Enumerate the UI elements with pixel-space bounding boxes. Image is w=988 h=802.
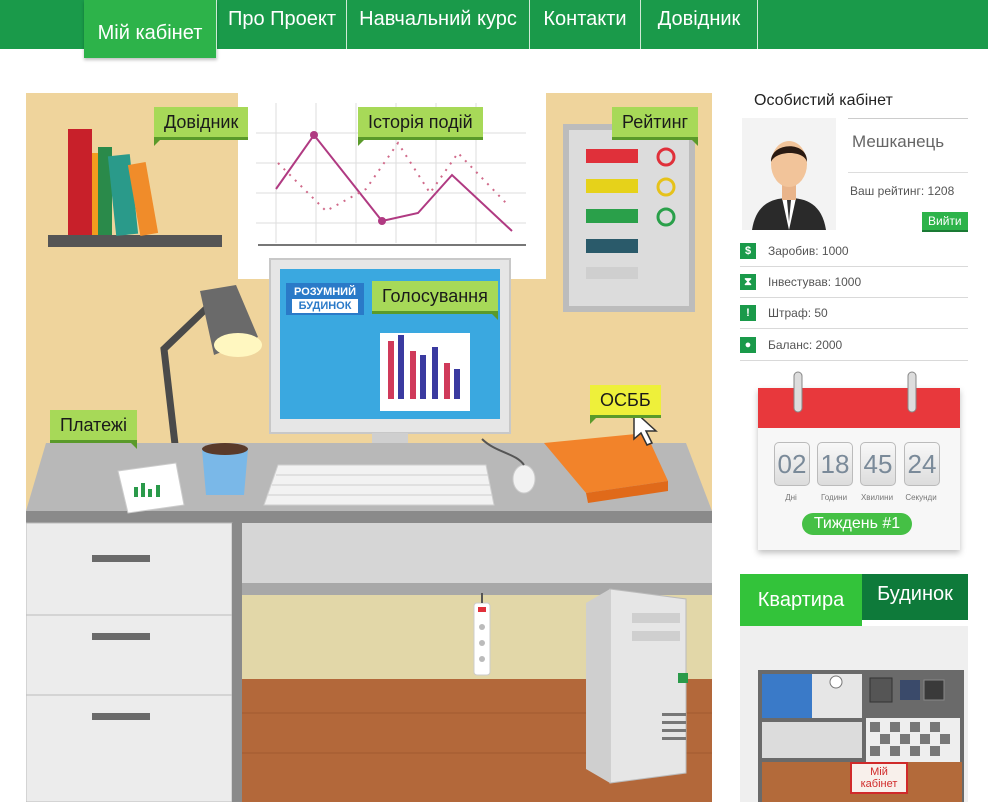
hours-label: Години — [820, 493, 848, 502]
room-label-line1: Мій — [870, 766, 888, 778]
smart-home-logo-line2: БУДИНОК — [292, 299, 358, 313]
tag-events-history[interactable]: Історія подій — [358, 107, 483, 146]
exclamation-icon: ! — [740, 305, 756, 321]
nav-my-cabinet[interactable]: Мій кабінет — [84, 0, 217, 58]
nav-training-course[interactable]: Навчальний курс — [347, 0, 530, 49]
seconds-label: Секунди — [905, 493, 937, 502]
minutes-label: Хвилини — [860, 493, 894, 502]
nav-about-project[interactable]: Про Проект — [218, 0, 347, 49]
logout-button[interactable]: Вийти — [922, 212, 968, 232]
stat-earned-text: Заробив: 1000 — [768, 244, 849, 258]
tab-apartment[interactable]: Квартира — [740, 574, 862, 626]
stat-fine-text: Штраф: 50 — [768, 306, 828, 320]
days-label: Дні — [785, 493, 797, 502]
stat-invested: ⧗ Інвестував: 1000 — [740, 267, 968, 298]
cabinet-title: Особистий кабінет — [754, 92, 893, 109]
countdown-seconds: 24 — [904, 442, 940, 486]
countdown-days: 02 — [774, 442, 810, 486]
money-bag-icon: $ — [740, 243, 756, 259]
week-badge: Тиждень #1 — [802, 513, 912, 535]
tag-voting[interactable]: Голосування — [372, 281, 498, 320]
tag-reference[interactable]: Довідник — [154, 107, 249, 146]
stat-invested-text: Інвестував: 1000 — [768, 275, 862, 289]
tab-building[interactable]: Будинок — [862, 574, 968, 620]
floor-plan-panel: Мій кабінет — [740, 626, 968, 802]
room-label-line2: кабінет — [860, 778, 898, 790]
stat-fine: ! Штраф: 50 — [740, 298, 968, 329]
stat-balance-text: Баланс: 2000 — [768, 338, 843, 352]
office-scene: Довідник Історія подій Рейтинг Голосуван… — [26, 93, 712, 802]
hourglass-icon: ⧗ — [740, 274, 756, 290]
divider-username — [848, 118, 968, 119]
smart-home-logo: РОЗУМНИЙ БУДИНОК — [286, 283, 364, 315]
nav-contacts[interactable]: Контакти — [530, 0, 641, 49]
rating-text: Ваш рейтинг: 1208 — [850, 184, 955, 198]
countdown-hours: 18 — [817, 442, 853, 486]
tag-rating[interactable]: Рейтинг — [612, 107, 699, 146]
divider-rating — [848, 172, 968, 173]
calendar-rings-icon — [793, 371, 917, 413]
avatar — [742, 118, 836, 230]
stat-earned: $ Заробив: 1000 — [740, 236, 968, 267]
username: Мешканець — [852, 132, 945, 151]
piggy-bank-icon: ● — [740, 337, 756, 353]
countdown-minutes: 45 — [860, 442, 896, 486]
tag-osbb[interactable]: ОСББ — [590, 385, 661, 424]
my-cabinet-room-label[interactable]: Мій кабінет — [850, 762, 908, 794]
tag-payments[interactable]: Платежі — [50, 410, 137, 449]
smart-home-logo-line1: РОЗУМНИЙ — [294, 286, 356, 298]
stat-balance: ● Баланс: 2000 — [740, 330, 968, 361]
nav-reference[interactable]: Довідник — [641, 0, 758, 49]
top-nav: Мій кабінет Про Проект Навчальний курс К… — [0, 0, 988, 58]
